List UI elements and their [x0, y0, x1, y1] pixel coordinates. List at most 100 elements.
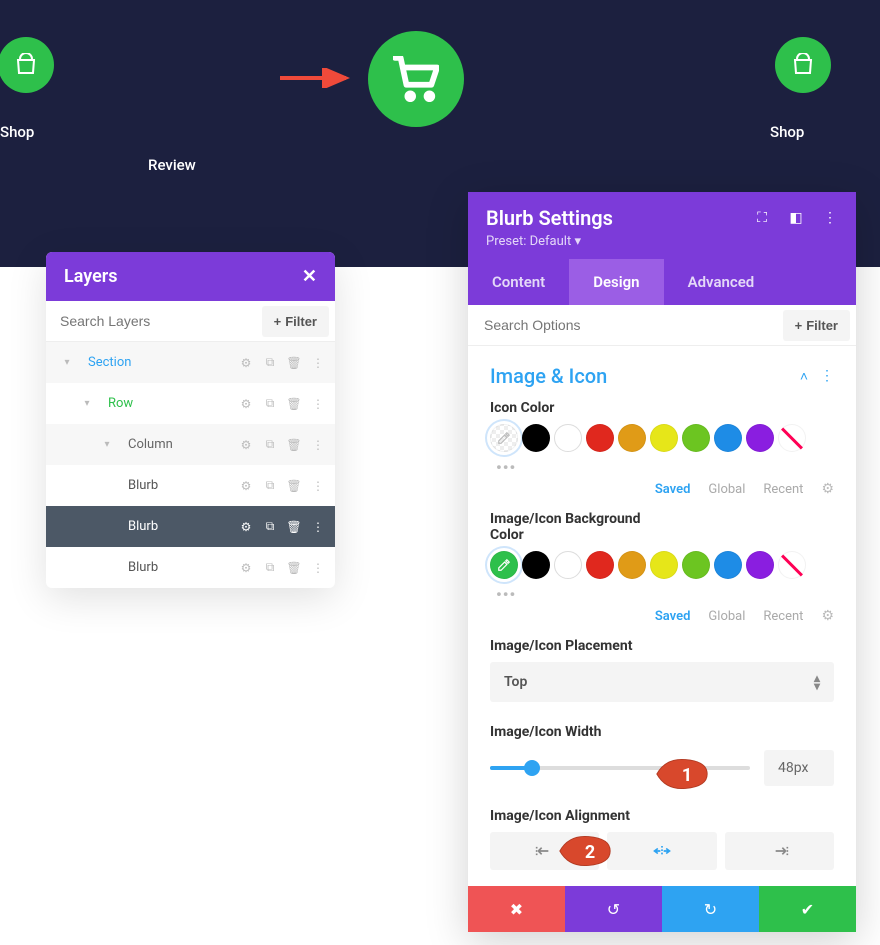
- layout-icon[interactable]: ◧: [788, 210, 804, 226]
- more-icon[interactable]: ⋮: [311, 479, 325, 493]
- cancel-button[interactable]: ✖: [468, 886, 565, 932]
- more-icon[interactable]: ⋮: [820, 368, 834, 385]
- expand-icon[interactable]: ⛶: [754, 210, 770, 226]
- tab-content[interactable]: Content: [468, 259, 569, 305]
- more-icon[interactable]: ⋮: [822, 210, 838, 226]
- duplicate-icon[interactable]: ⧉: [263, 561, 277, 575]
- layers-search-input[interactable]: [46, 301, 262, 341]
- slider-thumb[interactable]: [524, 760, 540, 776]
- trash-icon[interactable]: 🗑: [287, 479, 301, 493]
- section-header[interactable]: Image & Icon ˄⋮: [490, 364, 834, 388]
- width-value-input[interactable]: 48px: [764, 750, 834, 786]
- swatch-selected-green[interactable]: [490, 551, 518, 579]
- chevron-down-icon[interactable]: ▾: [80, 398, 94, 409]
- layer-row-blurb[interactable]: Blurb ⚙⧉🗑⋮: [46, 465, 335, 506]
- layers-filter-button[interactable]: +Filter: [262, 306, 329, 337]
- chevron-down-icon[interactable]: ▾: [100, 439, 114, 450]
- save-button[interactable]: ✔: [759, 886, 856, 932]
- layer-row-blurb-active[interactable]: Blurb ⚙⧉🗑⋮: [46, 506, 335, 547]
- settings-filter-button[interactable]: +Filter: [783, 310, 850, 341]
- placement-select[interactable]: Top ▴▾: [490, 662, 834, 702]
- trash-icon[interactable]: 🗑: [287, 520, 301, 534]
- width-label: Image/Icon Width: [490, 724, 834, 740]
- swatch-green[interactable]: [682, 551, 710, 579]
- trash-icon[interactable]: 🗑: [287, 561, 301, 575]
- swatch-purple[interactable]: [746, 551, 774, 579]
- shop-label-right: Shop: [770, 123, 804, 141]
- swatch-blue[interactable]: [714, 424, 742, 452]
- settings-search-input[interactable]: [468, 305, 783, 345]
- more-icon[interactable]: ⋮: [311, 356, 325, 370]
- layer-row-column[interactable]: ▾ Column ⚙⧉🗑⋮: [46, 424, 335, 465]
- shop-label-left: Shop: [0, 123, 34, 141]
- swatch-black[interactable]: [522, 551, 550, 579]
- undo-button[interactable]: ↺: [565, 886, 662, 932]
- chevron-down-icon[interactable]: ▾: [60, 357, 74, 368]
- duplicate-icon[interactable]: ⧉: [263, 397, 277, 411]
- redo-button[interactable]: ↻: [662, 886, 759, 932]
- gear-icon[interactable]: ⚙: [821, 608, 834, 624]
- duplicate-icon[interactable]: ⧉: [263, 520, 277, 534]
- review-label: Review: [148, 156, 196, 174]
- swatch-orange[interactable]: [618, 551, 646, 579]
- swatch-recent-tab[interactable]: Recent: [763, 609, 803, 624]
- swatch-saved-tab[interactable]: Saved: [655, 482, 691, 497]
- layer-row-section[interactable]: ▾ Section ⚙⧉🗑⋮: [46, 342, 335, 383]
- swatch-recent-tab[interactable]: Recent: [763, 482, 803, 497]
- layers-panel: Layers ✕ +Filter ▾ Section ⚙⧉🗑⋮ ▾ Row ⚙⧉…: [46, 252, 335, 588]
- width-slider[interactable]: [490, 766, 750, 770]
- tab-advanced[interactable]: Advanced: [664, 259, 779, 305]
- align-right-button[interactable]: [725, 832, 834, 870]
- swatch-selected-transparent[interactable]: [490, 424, 518, 452]
- swatch-more-icon[interactable]: •••: [496, 458, 834, 477]
- gear-icon[interactable]: ⚙: [239, 479, 253, 493]
- trash-icon[interactable]: 🗑: [287, 438, 301, 452]
- more-icon[interactable]: ⋮: [311, 397, 325, 411]
- gear-icon[interactable]: ⚙: [239, 520, 253, 534]
- swatch-blue[interactable]: [714, 551, 742, 579]
- placement-label: Image/Icon Placement: [490, 638, 834, 654]
- more-icon[interactable]: ⋮: [311, 438, 325, 452]
- swatch-red[interactable]: [586, 424, 614, 452]
- swatch-red[interactable]: [586, 551, 614, 579]
- gear-icon[interactable]: ⚙: [239, 438, 253, 452]
- trash-icon[interactable]: 🗑: [287, 397, 301, 411]
- more-icon[interactable]: ⋮: [311, 561, 325, 575]
- settings-panel: Blurb Settings ⛶ ◧ ⋮ Preset: Default ▾ C…: [468, 192, 856, 932]
- swatch-yellow[interactable]: [650, 551, 678, 579]
- swatch-green[interactable]: [682, 424, 710, 452]
- duplicate-icon[interactable]: ⧉: [263, 356, 277, 370]
- swatch-global-tab[interactable]: Global: [708, 482, 745, 497]
- tab-design[interactable]: Design: [569, 259, 663, 305]
- layer-label: Blurb: [120, 555, 233, 580]
- swatch-none[interactable]: [778, 424, 806, 452]
- swatch-purple[interactable]: [746, 424, 774, 452]
- swatch-saved-tab[interactable]: Saved: [655, 609, 691, 624]
- swatch-black[interactable]: [522, 424, 550, 452]
- plus-icon: +: [795, 318, 803, 333]
- align-left-button[interactable]: [490, 832, 599, 870]
- gear-icon[interactable]: ⚙: [239, 561, 253, 575]
- gear-icon[interactable]: ⚙: [239, 397, 253, 411]
- swatch-white[interactable]: [554, 424, 582, 452]
- cart-icon: [393, 56, 439, 102]
- swatch-global-tab[interactable]: Global: [708, 609, 745, 624]
- swatch-yellow[interactable]: [650, 424, 678, 452]
- bg-color-swatches: [490, 551, 834, 579]
- gear-icon[interactable]: ⚙: [821, 481, 834, 497]
- preset-dropdown[interactable]: Preset: Default ▾: [486, 234, 838, 249]
- layer-row-row[interactable]: ▾ Row ⚙⧉🗑⋮: [46, 383, 335, 424]
- swatch-more-icon[interactable]: •••: [496, 585, 834, 604]
- layer-row-blurb[interactable]: Blurb ⚙ ⧉ 🗑 ⋮: [46, 547, 335, 588]
- gear-icon[interactable]: ⚙: [239, 356, 253, 370]
- more-icon[interactable]: ⋮: [311, 520, 325, 534]
- chevron-up-icon[interactable]: ˄: [800, 368, 808, 385]
- trash-icon[interactable]: 🗑: [287, 356, 301, 370]
- swatch-orange[interactable]: [618, 424, 646, 452]
- swatch-none[interactable]: [778, 551, 806, 579]
- duplicate-icon[interactable]: ⧉: [263, 438, 277, 452]
- align-center-button[interactable]: [607, 832, 716, 870]
- swatch-white[interactable]: [554, 551, 582, 579]
- close-icon[interactable]: ✕: [302, 266, 317, 287]
- duplicate-icon[interactable]: ⧉: [263, 479, 277, 493]
